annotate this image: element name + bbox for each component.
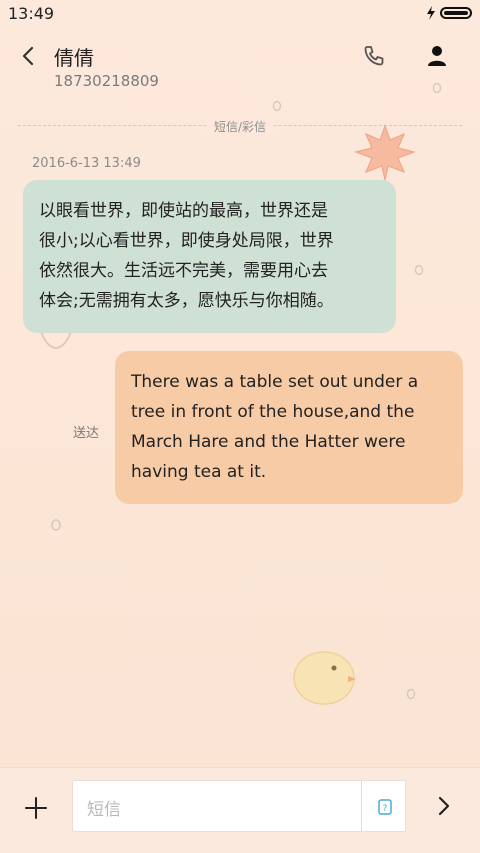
- message-timestamp: 2016-6-13 13:49: [32, 156, 141, 171]
- add-attachment-button[interactable]: [20, 792, 52, 824]
- message-line: There was a table set out under a: [131, 372, 419, 392]
- drop-decoration-icon: [414, 264, 424, 276]
- message-line: 体会;无需拥有太多，愿快乐与你相随。: [39, 291, 334, 311]
- send-button[interactable]: [432, 790, 456, 822]
- status-time: 13:49: [8, 4, 55, 23]
- delivery-status: 送达: [73, 426, 100, 441]
- message-line: 以眼看世界，即使站的最高，世界还是: [39, 201, 328, 221]
- contact-icon: [428, 46, 446, 66]
- status-bar: 13:49: [0, 0, 480, 28]
- add-icon: [25, 797, 47, 819]
- drop-decoration-icon: [432, 82, 442, 94]
- channel-label: 短信/彩信: [205, 118, 275, 135]
- outgoing-message-bubble[interactable]: There was a table set out under a tree i…: [115, 351, 463, 504]
- drop-decoration-icon: [51, 519, 61, 531]
- drop-decoration-icon: [406, 688, 416, 700]
- input-divider: [361, 781, 362, 831]
- back-button[interactable]: [16, 40, 44, 72]
- message-line: 很小;以心看世界，即使身处局限，世界: [39, 231, 334, 251]
- chick-decoration-icon: [293, 651, 356, 705]
- svg-text:?: ?: [383, 804, 388, 814]
- contact-details-button[interactable]: [426, 44, 448, 68]
- message-line: having tea at it.: [131, 462, 267, 482]
- message-input-placeholder: 短信: [87, 800, 121, 820]
- message-line: tree in front of the house,and the: [131, 402, 415, 422]
- back-chevron-icon: [22, 46, 34, 66]
- drop-decoration-icon: [272, 100, 282, 112]
- send-icon: [438, 796, 450, 816]
- message-line: March Hare and the Hatter were: [131, 432, 406, 452]
- message-input[interactable]: 短信 ?: [72, 780, 406, 832]
- incoming-message-bubble[interactable]: 以眼看世界，即使站的最高，世界还是 很小;以心看世界，即使身处局限，世界 依然很…: [23, 180, 396, 333]
- phone-icon: [364, 46, 384, 66]
- conversation-header: 倩倩 18730218809: [0, 28, 480, 118]
- messaging-screen: 13:49 倩倩 18730218809 短信/彩信 2016-6-13 13:…: [0, 0, 480, 853]
- contact-number: 18730218809: [54, 72, 159, 90]
- charging-icon: [427, 6, 435, 20]
- maple-leaf-decoration-icon: [353, 124, 417, 181]
- compose-bar: 短信 ?: [0, 767, 480, 853]
- status-icons: [426, 6, 472, 20]
- message-line: 依然很大。生活远不完美，需要用心去: [39, 261, 328, 281]
- call-button[interactable]: [362, 44, 386, 68]
- contact-name: 倩倩: [54, 46, 94, 70]
- battery-icon: [440, 7, 472, 19]
- attachment-icon[interactable]: ?: [375, 797, 395, 817]
